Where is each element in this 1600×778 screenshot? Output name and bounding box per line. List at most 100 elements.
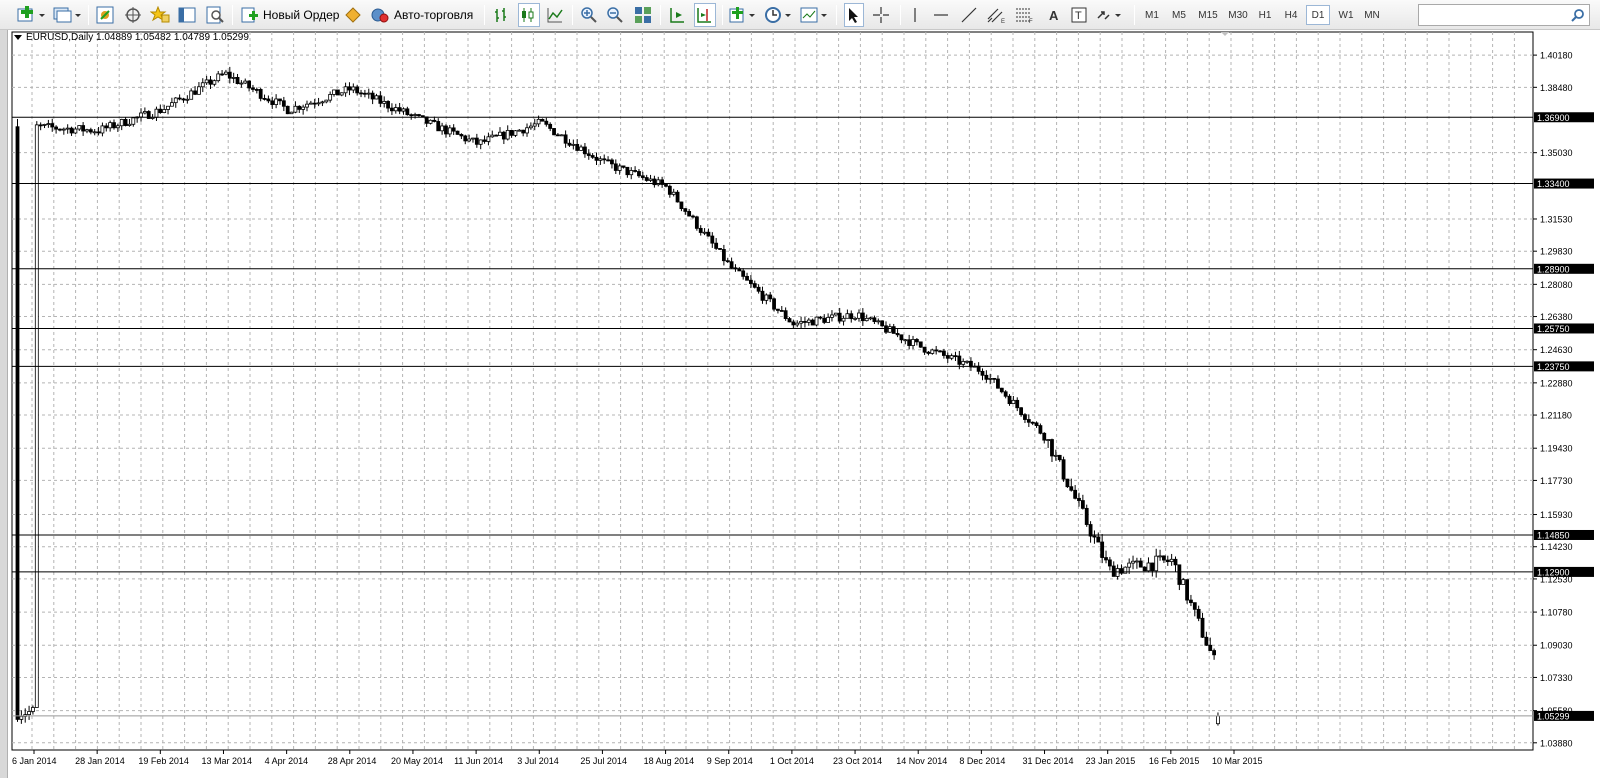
candle-bear — [1077, 497, 1081, 501]
horizontal-line-button[interactable] — [932, 3, 952, 27]
terminal-button[interactable] — [178, 3, 198, 27]
candle-bear — [999, 387, 1004, 393]
tf-m15[interactable]: M15 — [1194, 5, 1222, 25]
search-icon[interactable] — [1571, 8, 1585, 22]
profiles-button[interactable] — [52, 3, 82, 27]
candle-bear — [633, 170, 637, 172]
tf-m5[interactable]: M5 — [1167, 5, 1191, 25]
candle-bull — [65, 127, 70, 130]
candle-bear — [980, 370, 985, 376]
candle-bear — [312, 102, 317, 105]
bar-chart-button[interactable] — [492, 3, 512, 27]
candle-bull — [77, 125, 82, 130]
candle-bear — [436, 121, 441, 132]
zoom-out-button[interactable] — [606, 3, 626, 27]
candle-bear — [104, 125, 109, 129]
candlestick-chart-button[interactable] — [518, 3, 540, 27]
crosshair-button[interactable] — [872, 3, 892, 27]
chart-title: EURUSD,Daily 1.04889 1.05482 1.04789 1.0… — [14, 32, 249, 43]
candle-bull — [366, 92, 371, 95]
time-tick-label: 20 May 2014 — [391, 756, 443, 766]
candle-bull — [119, 118, 124, 127]
candle-bear — [1185, 579, 1189, 601]
new-chart-button[interactable] — [16, 3, 46, 27]
strategy-tester-button[interactable] — [206, 3, 226, 27]
text-label-button[interactable]: T — [1070, 3, 1090, 27]
price-tick-label: 1.15930 — [1540, 510, 1573, 520]
candle-bear — [992, 377, 996, 380]
candle-bull — [46, 123, 51, 125]
candle-bear — [494, 134, 499, 137]
candle-bull — [814, 316, 819, 326]
search-box[interactable] — [1418, 4, 1590, 26]
data-window-button[interactable] — [124, 3, 144, 27]
time-tick-label: 16 Feb 2015 — [1149, 756, 1200, 766]
tf-m1[interactable]: M1 — [1140, 5, 1164, 25]
cursor-button[interactable] — [844, 3, 864, 27]
text-label-icon: T — [1071, 7, 1087, 23]
candle-bull — [27, 711, 31, 716]
new-order-button[interactable]: Новый Ордер — [240, 3, 340, 27]
tf-d1[interactable]: D1 — [1306, 5, 1330, 25]
periods-button[interactable] — [764, 3, 794, 27]
indicators-button[interactable] — [728, 3, 758, 27]
zoom-in-button[interactable] — [580, 3, 600, 27]
candle-bear — [891, 326, 896, 334]
meta-editor-button[interactable] — [344, 3, 364, 27]
time-tick-label: 3 Jul 2014 — [517, 756, 559, 766]
candle-bear — [1092, 535, 1097, 538]
search-input[interactable] — [1423, 6, 1563, 24]
templates-button[interactable] — [800, 3, 830, 27]
vertical-line-button[interactable] — [906, 3, 926, 27]
candle-bear — [1104, 557, 1108, 561]
candle-bull — [1053, 454, 1058, 457]
time-tick-label: 14 Nov 2014 — [896, 756, 947, 766]
collapse-triangle-icon[interactable] — [14, 34, 22, 40]
price-tick-label: 1.14230 — [1540, 542, 1573, 552]
candle-bull — [841, 317, 846, 322]
candle-bull — [830, 314, 834, 318]
candle-bear — [706, 231, 711, 237]
indicators-icon — [729, 7, 755, 23]
candle-bear — [760, 290, 765, 301]
price-chart[interactable]: 1.40180 1.38480 1.35030 1.31530 1.29830 1.280… — [8, 30, 1600, 778]
tf-h1[interactable]: H1 — [1254, 5, 1276, 25]
chart-window[interactable]: 1.40180 1.38480 1.35030 1.31530 1.29830 1.280… — [8, 30, 1600, 778]
candle-bull — [528, 125, 533, 129]
navigator-button[interactable] — [150, 3, 170, 27]
equidistant-channel-button[interactable]: E — [986, 3, 1008, 27]
new-chart-icon — [17, 6, 45, 22]
candle-bear — [417, 114, 421, 117]
candle-bear — [1042, 432, 1047, 441]
tf-h4[interactable]: H4 — [1280, 5, 1302, 25]
tile-windows-button[interactable] — [634, 3, 654, 27]
candle-bear — [942, 350, 946, 356]
arrows-button[interactable] — [1096, 3, 1124, 27]
fibonacci-button[interactable]: F — [1014, 3, 1036, 27]
time-tick-label: 11 Jun 2014 — [454, 756, 503, 766]
text-tool-button[interactable]: A — [1044, 3, 1064, 27]
candle-bear — [667, 185, 672, 195]
price-tick-label: 1.35030 — [1540, 148, 1573, 158]
auto-scroll-button[interactable] — [668, 3, 688, 27]
candle-bear — [1061, 459, 1066, 480]
line-chart-button[interactable] — [546, 3, 566, 27]
candle-bull — [1169, 558, 1174, 563]
auto-trading-button[interactable]: Авто-торговля — [370, 3, 480, 27]
trendline-button[interactable] — [960, 3, 980, 27]
bar-chart-icon — [495, 8, 506, 22]
tf-w1[interactable]: W1 — [1334, 5, 1358, 25]
candle-bear — [1057, 454, 1062, 461]
time-tick-label: 10 Mar 2015 — [1212, 756, 1263, 766]
candle-bear — [1050, 439, 1054, 457]
candle-bear — [818, 316, 823, 319]
left-splitter[interactable] — [0, 30, 8, 778]
market-watch-button[interactable] — [96, 3, 116, 27]
candle-bear — [432, 119, 437, 122]
templates-icon — [800, 7, 827, 23]
chart-shift-button[interactable] — [694, 3, 716, 27]
candle-bear — [1192, 602, 1197, 610]
tf-m30[interactable]: M30 — [1224, 5, 1252, 25]
tf-mn[interactable]: MN — [1360, 5, 1384, 25]
candle-bear — [235, 76, 240, 85]
